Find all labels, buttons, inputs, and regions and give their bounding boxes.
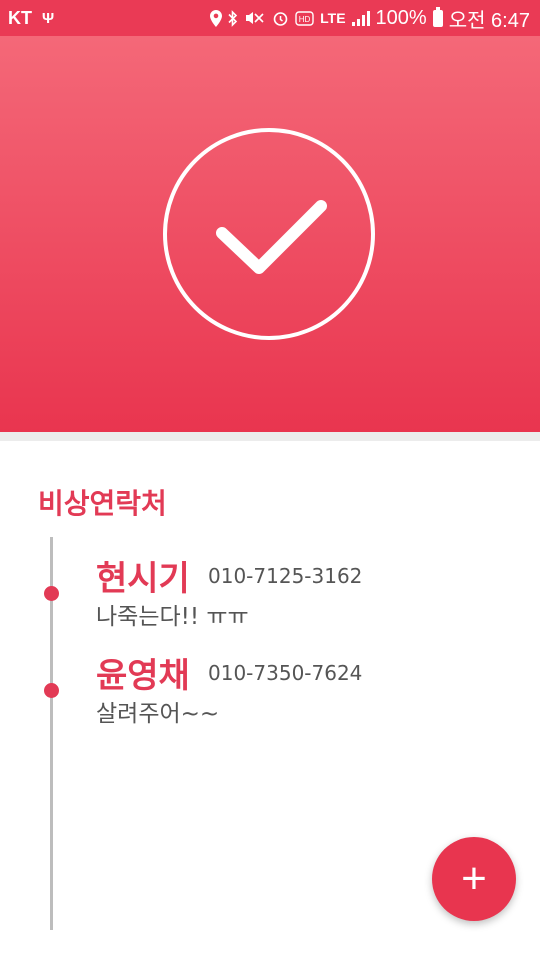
mute-icon — [244, 10, 266, 26]
add-icon: + — [461, 854, 487, 903]
battery-icon — [432, 6, 443, 27]
contact-message: 나죽는다!! ㅠㅠ — [96, 604, 249, 630]
svg-text:HD: HD — [299, 15, 311, 24]
signal-icon — [351, 10, 370, 26]
contact-name: 현시기 — [96, 559, 190, 599]
alarm-icon — [272, 10, 289, 27]
timeline-dot — [44, 586, 59, 601]
add-contact-button[interactable]: + — [432, 837, 516, 921]
location-icon — [210, 9, 223, 27]
contact-phone: 010-7125-3162 — [208, 564, 363, 588]
carrier-label: KT — [8, 7, 32, 28]
clock: 오전 6:47 — [448, 9, 530, 32]
header-divider — [0, 432, 540, 441]
bluetooth-icon — [228, 9, 238, 27]
status-bar: KT Ψ HD LTE 100% 오전 6:47 — [0, 0, 540, 36]
contact-phone: 010-7350-7624 — [208, 661, 363, 685]
check-icon — [216, 200, 327, 274]
header-banner — [0, 36, 540, 432]
status-circle — [163, 128, 375, 340]
status-bar-left: KT Ψ — [8, 8, 54, 29]
battery-percent: 100% — [375, 6, 427, 29]
usb-icon: Ψ — [42, 9, 55, 27]
contact-message: 살려주어~~ — [96, 701, 220, 727]
section-title: 비상연락처 — [38, 487, 167, 520]
contact-item[interactable]: 윤영채 010-7350-7624 살려주어~~ — [0, 648, 540, 728]
contact-item[interactable]: 현시기 010-7125-3162 나죽는다!! ㅠㅠ — [0, 551, 540, 631]
hd-voice-icon: HD — [295, 10, 314, 26]
status-bar-right: HD LTE 100% 오전 6:47 — [210, 4, 530, 33]
timeline-dot — [44, 683, 59, 698]
lte-icon: LTE — [320, 10, 346, 26]
contact-name: 윤영채 — [96, 656, 190, 696]
